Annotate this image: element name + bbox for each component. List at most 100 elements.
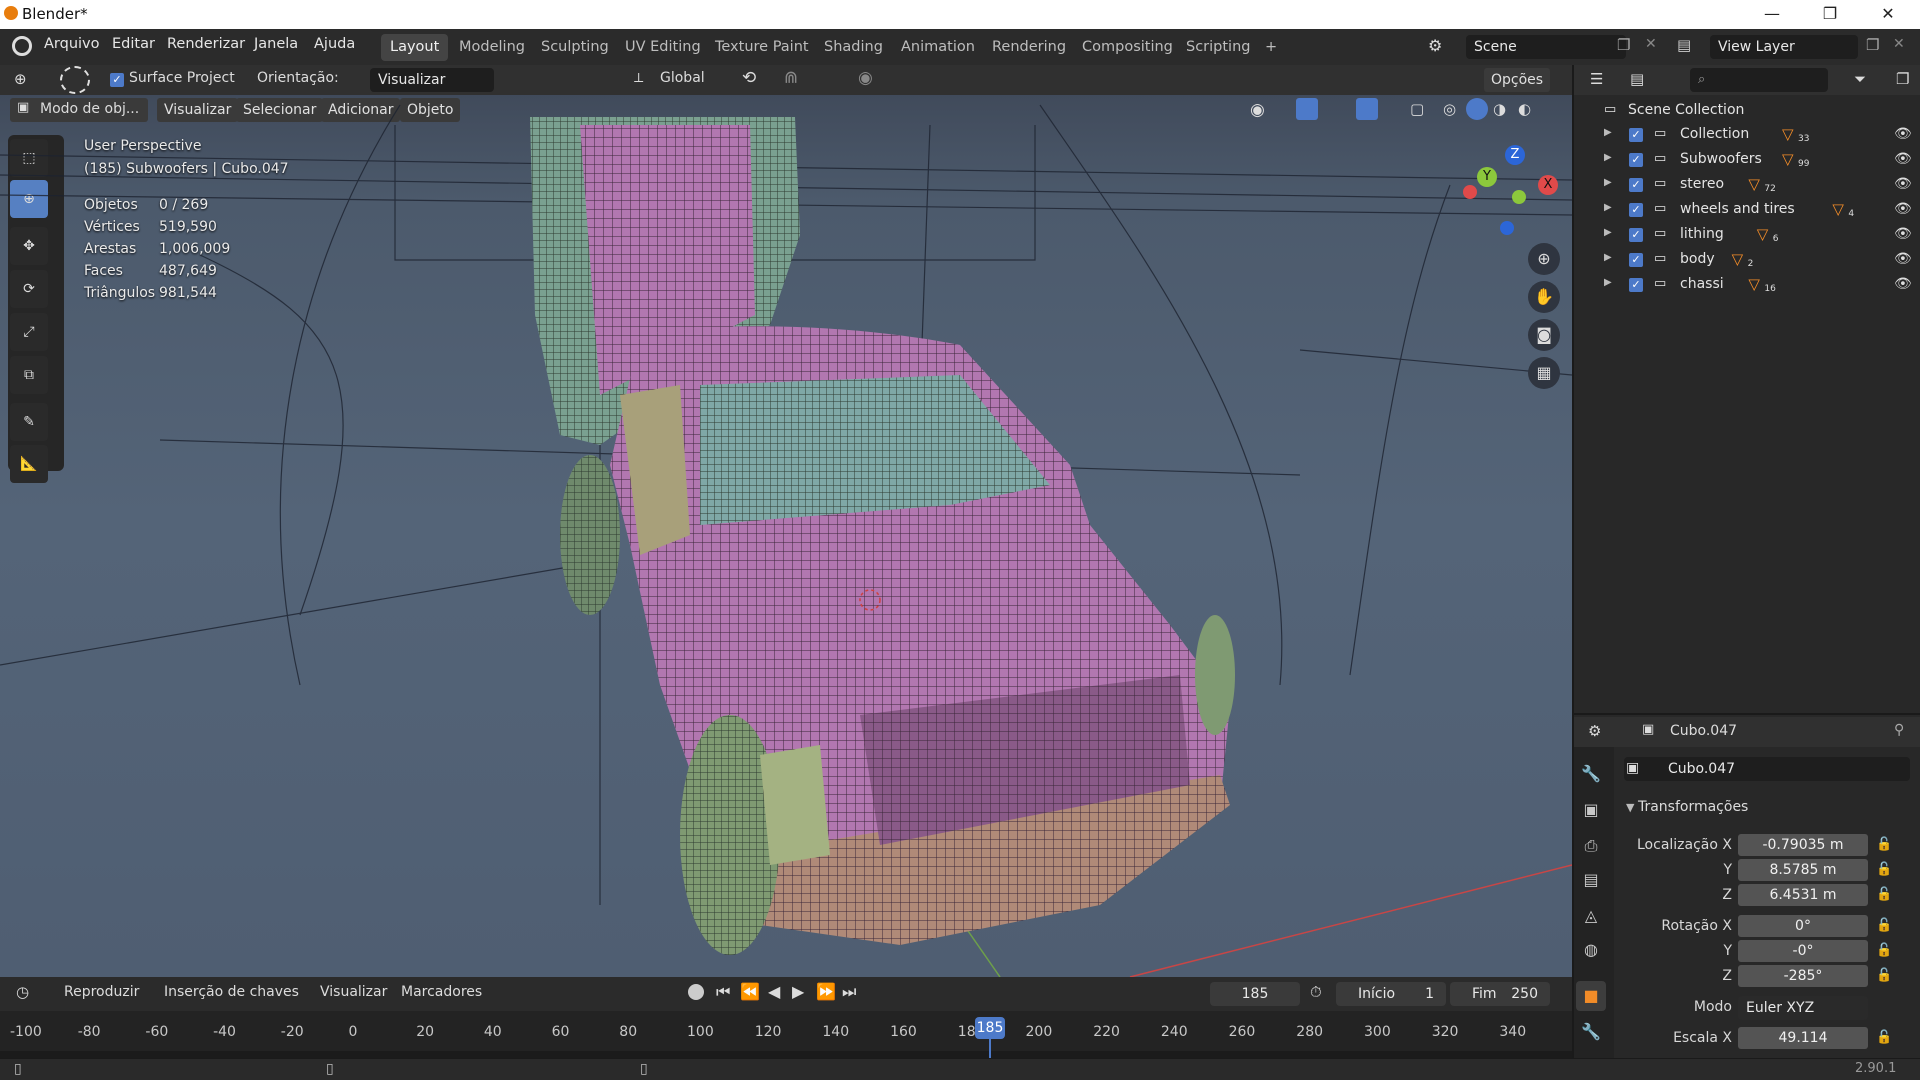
location-x-field[interactable]: -0.79035 m — [1738, 834, 1868, 856]
stopwatch-icon[interactable]: ⏱ — [1310, 983, 1322, 1001]
start-frame-field[interactable]: Início 1 — [1336, 982, 1446, 1006]
gizmo-y-icon[interactable]: Y — [1477, 167, 1497, 187]
visibility-eye-icon[interactable]: 👁 — [1894, 226, 1912, 242]
location-z-field[interactable]: 6.4531 m — [1738, 884, 1868, 906]
gizmo-z-icon[interactable]: Z — [1505, 145, 1525, 165]
playback-menu[interactable]: Reproduzir — [64, 984, 139, 1000]
outliner-item[interactable]: ▶ ✓ ▭ Collection ▽ 33 👁 — [1574, 123, 1920, 148]
exclude-checkbox[interactable]: ✓ — [1629, 278, 1643, 292]
modifier-tab-icon[interactable]: 🔧 — [1576, 1017, 1606, 1047]
expand-arrow-icon[interactable]: ▶ — [1604, 152, 1612, 163]
tab-uv-editing[interactable]: UV Editing — [616, 34, 710, 61]
outliner-search-input[interactable]: ⌕ — [1690, 68, 1828, 92]
lock-rotation-x-icon[interactable]: 🔓 — [1876, 918, 1892, 933]
next-keyframe-icon[interactable]: ⏩ — [816, 982, 836, 1001]
outliner-item[interactable]: ▶ ✓ ▭ chassi ▽ 16 👁 — [1574, 273, 1920, 298]
visibility-eye-icon[interactable]: 👁 — [1894, 276, 1912, 292]
end-frame-field[interactable]: Fim 250 — [1450, 982, 1550, 1006]
pan-hand-icon[interactable]: ✋ — [1528, 281, 1560, 313]
camera-icon[interactable]: ◙ — [1528, 319, 1560, 351]
record-icon[interactable] — [688, 984, 704, 1000]
tab-animation[interactable]: Animation — [892, 34, 984, 61]
outliner-item[interactable]: ▶ ✓ ▭ wheels and tires ▽ 4 👁 — [1574, 198, 1920, 223]
remove-scene-icon[interactable]: ✕ — [1645, 36, 1657, 52]
menu-ajuda[interactable]: Ajuda — [314, 36, 355, 52]
outliner-item[interactable]: ▶ ✓ ▭ stereo ▽ 72 👁 — [1574, 173, 1920, 198]
keying-menu[interactable]: Inserção de chaves — [164, 984, 299, 1000]
play-icon[interactable]: ▶ — [792, 982, 804, 1001]
tab-compositing[interactable]: Compositing — [1073, 34, 1182, 61]
tab-modeling[interactable]: Modeling — [450, 34, 534, 61]
object-name-field[interactable]: Cubo.047 — [1624, 757, 1910, 781]
gizmo-neg-y-icon[interactable] — [1512, 190, 1526, 204]
close-button[interactable]: ✕ — [1858, 0, 1918, 29]
menu-arquivo[interactable]: Arquivo — [44, 36, 100, 52]
scale-x-field[interactable]: 49.114 — [1738, 1027, 1868, 1049]
visibility-eye-icon[interactable]: 👁 — [1894, 201, 1912, 217]
output-tab-icon[interactable]: ⎙ — [1576, 831, 1606, 861]
blender-menu-icon[interactable] — [12, 36, 32, 56]
current-frame-field[interactable]: 185 — [1210, 982, 1300, 1006]
scene-selector[interactable]: Scene — [1466, 35, 1626, 59]
new-view-layer-icon[interactable]: ❐ — [1866, 36, 1879, 54]
expand-arrow-icon[interactable]: ▶ — [1604, 127, 1612, 138]
outliner-item[interactable]: ▶ ✓ ▭ lithing ▽ 6 👁 — [1574, 223, 1920, 248]
menu-renderizar[interactable]: Renderizar — [167, 36, 245, 52]
visibility-eye-icon[interactable]: 👁 — [1894, 251, 1912, 267]
exclude-checkbox[interactable]: ✓ — [1629, 253, 1643, 267]
gizmo-neg-x-icon[interactable] — [1463, 185, 1477, 199]
exclude-checkbox[interactable]: ✓ — [1629, 153, 1643, 167]
lock-scale-x-icon[interactable]: 🔓 — [1876, 1030, 1892, 1045]
render-tab-icon[interactable]: ▣ — [1576, 795, 1606, 825]
visibility-eye-icon[interactable]: 👁 — [1894, 151, 1912, 167]
expand-arrow-icon[interactable]: ▶ — [1604, 277, 1612, 288]
lock-rotation-z-icon[interactable]: 🔓 — [1876, 968, 1892, 983]
remove-view-layer-icon[interactable]: ✕ — [1893, 36, 1905, 52]
display-mode-icon[interactable]: ▤ — [1630, 70, 1644, 88]
visibility-eye-icon[interactable]: 👁 — [1894, 176, 1912, 192]
rotation-mode-dropdown[interactable]: Euler XYZ — [1738, 996, 1868, 1020]
expand-arrow-icon[interactable]: ▶ — [1604, 227, 1612, 238]
lock-location-x-icon[interactable]: 🔓 — [1876, 837, 1892, 852]
new-collection-icon[interactable]: ❐ — [1896, 70, 1909, 88]
outliner-item[interactable]: ▶ ✓ ▭ body ▽ 2 👁 — [1574, 248, 1920, 273]
minimize-button[interactable]: — — [1742, 0, 1802, 29]
view-layer-tab-icon[interactable]: ▤ — [1576, 865, 1606, 895]
exclude-checkbox[interactable]: ✓ — [1629, 178, 1643, 192]
tool-tab-icon[interactable]: 🔧 — [1576, 759, 1606, 789]
outliner-scene-collection[interactable]: ▭ Scene Collection — [1574, 99, 1920, 124]
object-tab-icon[interactable]: ■ — [1576, 981, 1606, 1011]
maximize-button[interactable]: ❐ — [1800, 0, 1860, 29]
visibility-eye-icon[interactable]: 👁 — [1894, 126, 1912, 142]
add-workspace-button[interactable]: + — [1256, 34, 1286, 61]
location-y-field[interactable]: 8.5785 m — [1738, 859, 1868, 881]
pin-icon[interactable]: ⚲ — [1894, 722, 1904, 738]
transform-section-header[interactable]: ▼ Transformações — [1626, 799, 1748, 815]
menu-editar[interactable]: Editar — [112, 36, 155, 52]
play-reverse-icon[interactable]: ◀ — [768, 982, 780, 1001]
timeline-view-menu[interactable]: Visualizar — [320, 984, 387, 1000]
rotation-y-field[interactable]: -0° — [1738, 940, 1868, 962]
new-scene-icon[interactable]: ❐ — [1617, 36, 1630, 54]
markers-menu[interactable]: Marcadores — [401, 984, 482, 1000]
expand-arrow-icon[interactable]: ▶ — [1604, 177, 1612, 188]
tab-layout[interactable]: Layout — [381, 34, 449, 61]
3d-viewport[interactable]: ⊕ ✓ Surface Project Orientação: Visualiz… — [0, 65, 1572, 977]
lock-location-y-icon[interactable]: 🔓 — [1876, 862, 1892, 877]
tab-shading[interactable]: Shading — [815, 34, 892, 61]
properties-editor-icon[interactable]: ⚙ — [1588, 722, 1601, 740]
tab-scripting[interactable]: Scripting — [1177, 34, 1259, 61]
lock-location-z-icon[interactable]: 🔓 — [1876, 887, 1892, 902]
prev-keyframe-icon[interactable]: ⏪ — [740, 982, 760, 1001]
jump-end-icon[interactable]: ⏭ — [842, 982, 856, 1002]
outliner-item[interactable]: ▶ ✓ ▭ Subwoofers ▽ 99 👁 — [1574, 148, 1920, 173]
exclude-checkbox[interactable]: ✓ — [1629, 203, 1643, 217]
gizmo-x-icon[interactable]: X — [1538, 175, 1558, 195]
lock-rotation-y-icon[interactable]: 🔓 — [1876, 943, 1892, 958]
gizmo-neg-z-icon[interactable] — [1500, 221, 1514, 235]
view-layer-selector[interactable]: View Layer — [1710, 35, 1858, 59]
tab-sculpting[interactable]: Sculpting — [532, 34, 618, 61]
scene-icon[interactable]: ⚙ — [1428, 36, 1442, 55]
expand-arrow-icon[interactable]: ▶ — [1604, 252, 1612, 263]
rotation-x-field[interactable]: 0° — [1738, 915, 1868, 937]
